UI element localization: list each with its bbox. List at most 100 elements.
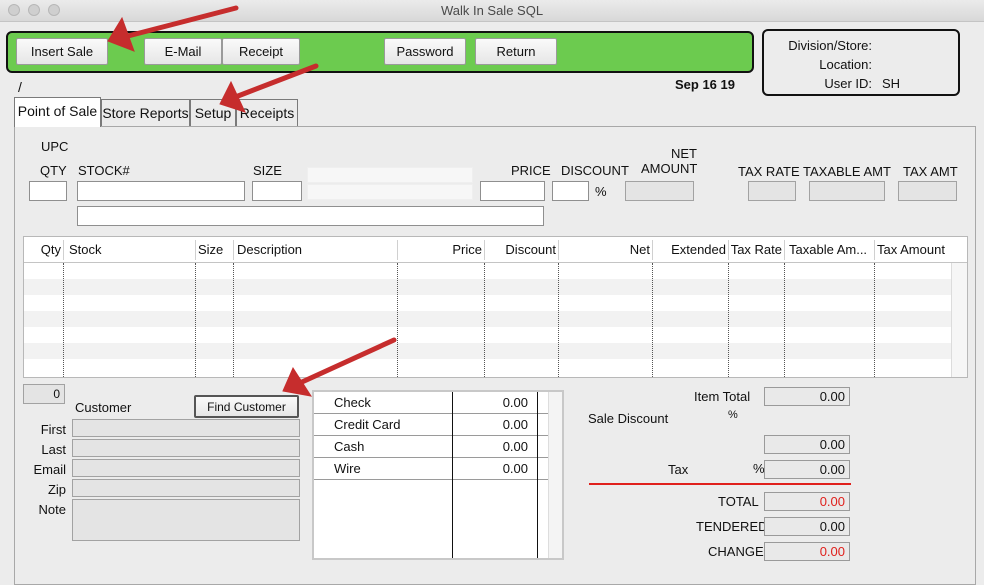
stock-label: STOCK# [78,163,130,178]
email-button[interactable]: E-Mail [144,38,222,65]
col-header-discount[interactable]: Discount [486,237,556,263]
note-field[interactable] [72,499,300,541]
col-header-tax-rate[interactable]: Tax Rate [730,237,782,263]
column-separator [397,240,398,260]
tab-store-reports[interactable]: Store Reports [101,99,190,126]
column-line [195,263,196,377]
size-input[interactable] [252,181,302,201]
table-row[interactable] [24,343,952,359]
item-total-field: 0.00 [764,387,850,406]
column-separator [874,240,875,260]
discount-input[interactable] [552,181,589,201]
change-label: CHANGE [708,544,764,559]
column-line [397,263,398,377]
sale-discount-field[interactable]: 0.00 [764,435,850,454]
item-total-label: Item Total [694,389,751,404]
payment-row-wire[interactable]: Wire 0.00 [314,458,549,480]
qty-label: QTY [40,163,67,178]
column-line [484,263,485,377]
payment-row-credit-card[interactable]: Credit Card 0.00 [314,414,549,436]
payment-column-line [452,392,453,558]
user-id-value: SH [882,76,901,91]
receipt-button[interactable]: Receipt [222,38,300,65]
col-header-price[interactable]: Price [400,237,482,263]
zoom-window-button[interactable] [48,4,60,16]
email-field[interactable] [72,459,300,477]
col-header-extended[interactable]: Extended [654,237,726,263]
tab-receipts[interactable]: Receipts [236,99,298,126]
upc-input[interactable] [77,206,544,226]
discount-percent-sign: % [595,184,607,199]
column-separator [558,240,559,260]
table-row[interactable] [24,263,952,279]
close-window-button[interactable] [8,4,20,16]
store-info-panel: Division/Store: Location: User ID: SH [762,29,960,96]
table-row[interactable] [24,279,952,295]
tab-setup[interactable]: Setup [190,99,236,126]
note-label: Note [38,502,66,517]
col-header-stock[interactable]: Stock [69,237,189,263]
payment-method: Wire [334,461,361,476]
qty-input[interactable] [29,181,67,201]
payment-row-check[interactable]: Check 0.00 [314,392,549,414]
column-separator [233,240,234,260]
column-separator [195,240,196,260]
payment-amount[interactable]: 0.00 [454,392,528,413]
payment-row-cash[interactable]: Cash 0.00 [314,436,549,458]
zip-field[interactable] [72,479,300,497]
sale-discount-percent: % [728,409,738,421]
payment-amount[interactable]: 0.00 [454,436,528,457]
taxable-amt-label: TAXABLE AMT [803,164,891,179]
column-line [233,263,234,377]
tax-amt-label: TAX AMT [903,164,958,179]
column-line [558,263,559,377]
division-store-label: Division/Store: [788,38,872,53]
find-customer-button[interactable]: Find Customer [194,395,299,418]
col-header-description[interactable]: Description [237,237,395,263]
payment-method: Cash [334,439,365,454]
minimize-window-button[interactable] [28,4,40,16]
insert-sale-button[interactable]: Insert Sale [16,38,108,65]
net-label: NET [671,146,697,161]
payment-column-line [537,392,538,558]
table-row[interactable] [24,311,952,327]
column-separator [784,240,785,260]
zip-label: Zip [47,482,66,497]
tab-point-of-sale[interactable]: Point of Sale [14,97,101,127]
description-display-1 [307,167,473,183]
tax-rate-field [748,181,796,201]
location-label: Location: [819,57,872,72]
last-name-label: Last [41,442,66,457]
first-name-field[interactable] [72,419,300,437]
tax-field: 0.00 [764,460,850,479]
tax-percent: % [753,461,765,476]
table-row[interactable] [24,295,952,311]
col-header-tax-amount[interactable]: Tax Amount [877,237,951,263]
table-row[interactable] [24,359,952,375]
customer-title: Customer [75,400,132,415]
price-input[interactable] [480,181,545,201]
col-header-net[interactable]: Net [560,237,650,263]
title-bar: Walk In Sale SQL [0,0,984,22]
col-header-size[interactable]: Size [198,237,232,263]
path-slash: / [18,79,22,95]
table-scrollbar[interactable] [951,263,967,377]
tax-label: Tax [668,462,689,477]
col-header-qty[interactable]: Qty [24,237,61,263]
window-title: Walk In Sale SQL [440,3,544,18]
col-header-taxable-amount[interactable]: Taxable Am... [789,237,873,263]
tendered-label: TENDERED [696,519,768,534]
total-label: TOTAL [718,494,759,509]
payment-amount[interactable]: 0.00 [454,458,528,479]
stock-input[interactable] [77,181,245,201]
return-button[interactable]: Return [475,38,557,65]
line-items-table[interactable]: Qty Stock Size Description Price Discoun… [23,236,968,378]
column-separator [484,240,485,260]
payment-amount[interactable]: 0.00 [454,414,528,435]
upc-label: UPC [41,139,69,154]
payments-scrollbar[interactable] [548,392,562,558]
last-name-field[interactable] [72,439,300,457]
table-row[interactable] [24,327,952,343]
password-button[interactable]: Password [384,38,466,65]
payments-table[interactable]: Check 0.00 Credit Card 0.00 Cash 0.00 Wi… [312,390,564,560]
